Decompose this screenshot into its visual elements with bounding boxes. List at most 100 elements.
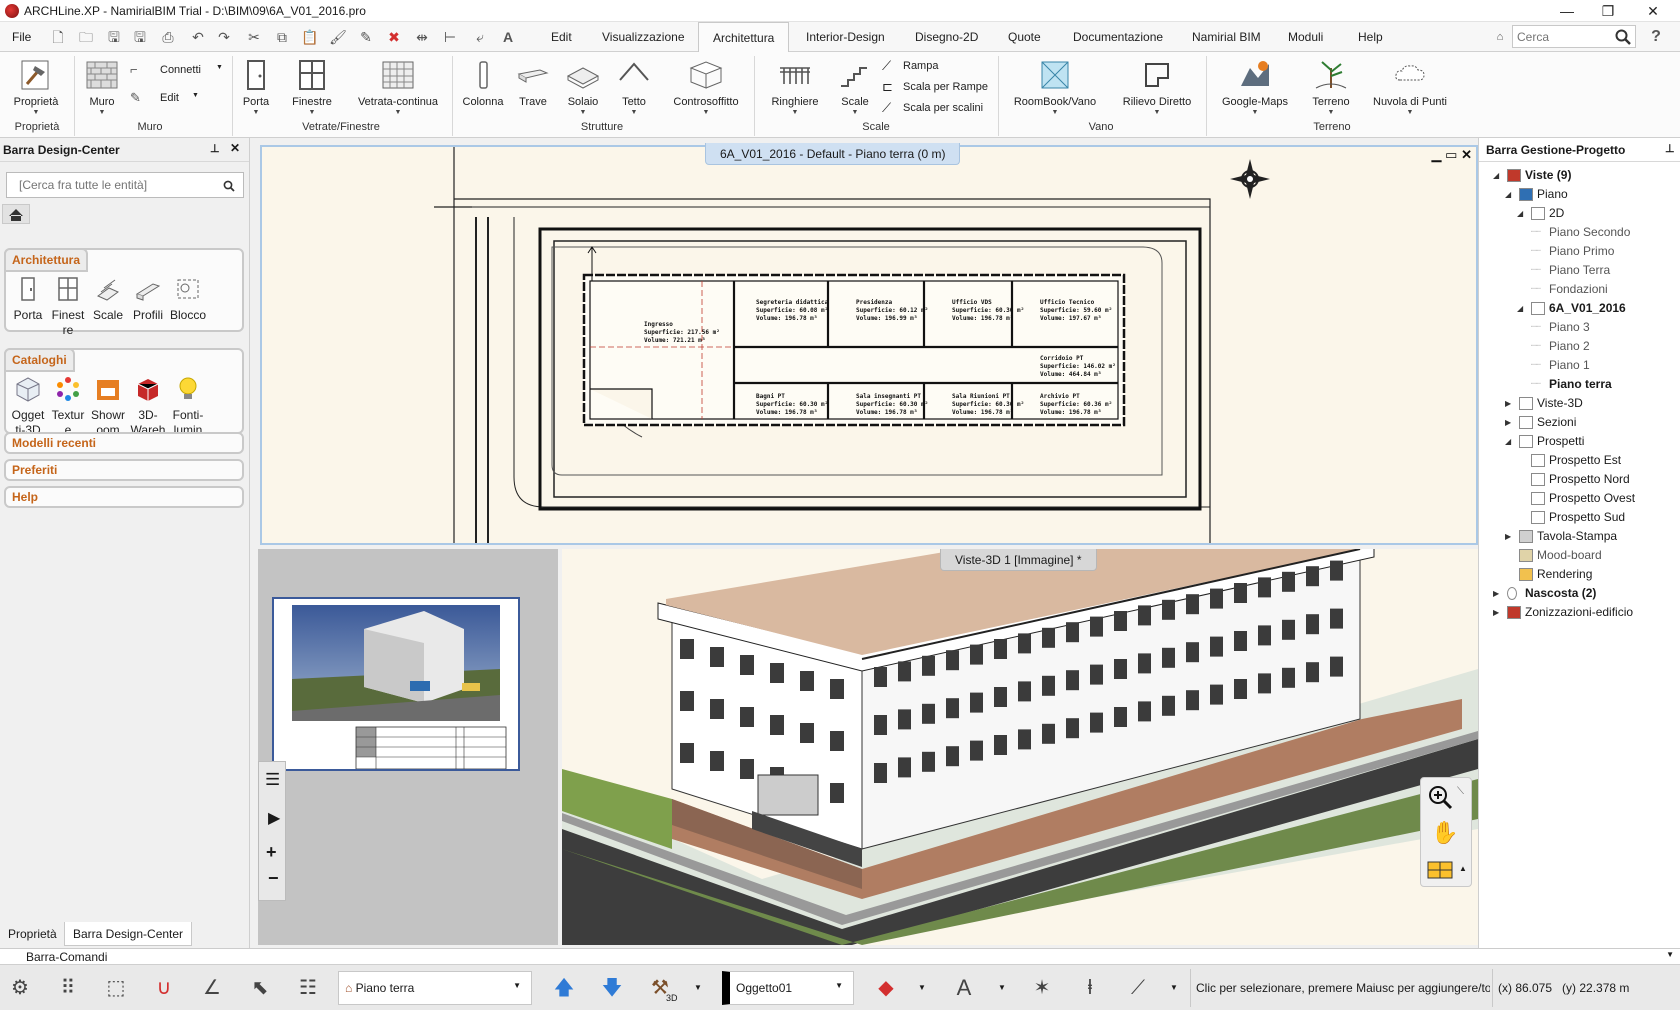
- floor-down-icon[interactable]: 🡇: [594, 971, 630, 1005]
- step-stair-icon[interactable]: ⟋: [882, 100, 891, 116]
- eraser-icon[interactable]: ◆: [868, 971, 904, 1005]
- pipette-icon[interactable]: ✎: [356, 28, 376, 46]
- tree-item[interactable]: 2D: [1549, 206, 1564, 220]
- tree-item[interactable]: 6A_V01_2016: [1549, 301, 1626, 315]
- section-modelli-recenti[interactable]: Modelli recenti: [4, 432, 244, 454]
- object-selector[interactable]: Oggetto01 ▼: [722, 971, 854, 1005]
- eraser-dropdown-icon[interactable]: ▼: [918, 983, 926, 992]
- collapse-arrow-icon[interactable]: ◢: [1517, 304, 1523, 313]
- item-finestre[interactable]: Finest re: [48, 276, 88, 338]
- arrow-tool-icon[interactable]: ⤶: [470, 28, 490, 46]
- brush-icon[interactable]: 🖌: [328, 28, 348, 46]
- delete-icon[interactable]: ✖: [384, 28, 404, 46]
- tab-documentazione[interactable]: Documentazione: [1073, 30, 1163, 44]
- category-architettura-title[interactable]: Architettura: [4, 248, 89, 272]
- floor-up-icon[interactable]: 🡅: [546, 971, 582, 1005]
- tab-namirial-bim[interactable]: Namirial BIM: [1192, 30, 1261, 44]
- tab-moduli[interactable]: Moduli: [1288, 30, 1323, 44]
- trave-button[interactable]: Trave: [516, 58, 550, 108]
- redo-icon[interactable]: ↷: [214, 28, 234, 46]
- tree-item[interactable]: Piano terra: [1549, 377, 1612, 391]
- collapse-arrow-icon[interactable]: ◢: [1505, 437, 1511, 446]
- cut-icon[interactable]: ✂: [244, 28, 264, 46]
- minimize-button[interactable]: —: [1544, 0, 1590, 22]
- room-label[interactable]: Sala Riunioni PT Superficie: 60.30 m² Volu…: [952, 393, 1024, 417]
- hammer-dropdown-icon[interactable]: ▼: [694, 983, 702, 992]
- view-mode-icon[interactable]: [1427, 860, 1453, 880]
- proprieta-button[interactable]: Proprietà ▼: [10, 58, 62, 116]
- muro-button[interactable]: Muro ▼: [80, 58, 124, 116]
- solaio-button[interactable]: Solaio ▼: [562, 58, 604, 116]
- settings-gear-icon[interactable]: ⚙: [2, 971, 38, 1005]
- section-help[interactable]: Help: [4, 486, 244, 508]
- layer-list-icon[interactable]: ☷: [290, 971, 326, 1005]
- help-icon[interactable]: ?: [1646, 28, 1666, 46]
- line-tool-icon[interactable]: ⟋: [1120, 971, 1156, 1005]
- design-center-search-input[interactable]: [7, 173, 207, 197]
- view-close-icon[interactable]: ✕: [1461, 147, 1472, 162]
- close-button[interactable]: ✕: [1630, 0, 1676, 22]
- terreno-button[interactable]: Terreno ▼: [1306, 58, 1356, 116]
- edit-dropdown[interactable]: ▼: [192, 92, 199, 99]
- scale-button[interactable]: Scale ▼: [838, 58, 872, 116]
- item-blocco[interactable]: Blocco: [168, 276, 208, 323]
- tree-item[interactable]: Piano: [1537, 187, 1568, 201]
- room-label[interactable]: Ufficio Tecnico Superficie: 59.60 m² Volum…: [1040, 299, 1112, 323]
- view-maximize-icon[interactable]: ▭: [1445, 147, 1457, 162]
- 3d-view-tab[interactable]: Viste-3D 1 [Immagine] *: [940, 549, 1097, 571]
- tree-item[interactable]: Prospetto Sud: [1549, 510, 1625, 524]
- section-preferiti[interactable]: Preferiti: [4, 459, 244, 481]
- search-icon[interactable]: [1615, 29, 1631, 45]
- collapse-arrow-icon[interactable]: ◢: [1517, 209, 1523, 218]
- tree-item[interactable]: Fondazioni: [1549, 282, 1608, 296]
- tree-item[interactable]: Viste (9): [1525, 168, 1571, 182]
- porta-button[interactable]: Porta ▼: [238, 58, 274, 116]
- expand-icon[interactable]: ▲: [1459, 864, 1467, 873]
- tree-item[interactable]: Prospetto Nord: [1549, 472, 1630, 486]
- tetto-button[interactable]: Tetto ▼: [616, 58, 652, 116]
- pan-hand-icon[interactable]: ✋: [1431, 820, 1458, 846]
- expand-arrow-icon[interactable]: ▶: [1505, 399, 1511, 408]
- collapse-arrow-icon[interactable]: ◢: [1493, 171, 1499, 180]
- colonna-button[interactable]: Colonna: [460, 58, 506, 108]
- expand-arrow-icon[interactable]: ▶: [1505, 418, 1511, 427]
- search-icon[interactable]: [223, 180, 235, 192]
- tree-item[interactable]: Piano Primo: [1549, 244, 1614, 258]
- room-label[interactable]: Bagni PT Superficie: 60.30 m² Volume: 196.…: [756, 393, 828, 417]
- room-label[interactable]: Ufficio VDS Superficie: 60.30 m² Volume: 1…: [952, 299, 1024, 323]
- tab-visualizzazione[interactable]: Visualizzazione: [602, 30, 685, 44]
- connect-icon[interactable]: ⌐: [130, 62, 138, 77]
- undo-icon[interactable]: ↶: [188, 28, 208, 46]
- list-icon[interactable]: ☰: [265, 770, 280, 790]
- design-center-search[interactable]: [6, 172, 244, 198]
- frame-select-icon[interactable]: ⬚: [98, 971, 134, 1005]
- 3d-view[interactable]: ✋ ⟍ ▲: [562, 540, 1478, 945]
- dimension-icon[interactable]: ⊢: [440, 28, 460, 46]
- command-bar[interactable]: Barra-Comandi ▼: [0, 948, 1680, 964]
- menu-file[interactable]: File: [12, 30, 31, 44]
- collapse-arrow-icon[interactable]: ◢: [1505, 190, 1511, 199]
- tab-architettura[interactable]: Architettura: [698, 22, 790, 53]
- angle-snap-icon[interactable]: ∠: [194, 971, 230, 1005]
- selection-cursor-icon[interactable]: ⬉: [242, 971, 278, 1005]
- zoom-icon[interactable]: [1427, 784, 1453, 810]
- collapse-ribbon-icon[interactable]: ⌂: [1490, 28, 1510, 46]
- scala-per-scalini-button[interactable]: Scala per scalini: [903, 102, 983, 114]
- item-fonti-luminose[interactable]: Fonti-lumin: [168, 376, 208, 438]
- tree-item[interactable]: Prospetto Ovest: [1549, 491, 1635, 505]
- room-label[interactable]: Corridoio PT Superficie: 146.02 m² Volume:…: [1040, 355, 1116, 379]
- expand-arrow-icon[interactable]: ▶: [1493, 608, 1499, 617]
- print-sheet-preview[interactable]: [272, 597, 520, 771]
- item-texture[interactable]: Textur e: [48, 376, 88, 438]
- tree-item[interactable]: Zonizzazioni-edificio: [1525, 605, 1633, 619]
- tree-item[interactable]: Sezioni: [1537, 415, 1576, 429]
- text-style-icon[interactable]: A: [946, 971, 982, 1005]
- paste-icon[interactable]: 📋: [300, 28, 320, 46]
- search-input[interactable]: [1513, 26, 1609, 47]
- ringhiere-button[interactable]: Ringhiere ▼: [766, 58, 824, 116]
- edit-button[interactable]: Edit: [160, 92, 179, 104]
- connetti-button[interactable]: Connetti: [160, 64, 201, 76]
- zoom-in-icon[interactable]: +: [266, 842, 277, 863]
- tab-edit[interactable]: Edit: [551, 30, 572, 44]
- room-label[interactable]: Ingresso Superficie: 217.56 m² Volume: 721…: [644, 321, 720, 345]
